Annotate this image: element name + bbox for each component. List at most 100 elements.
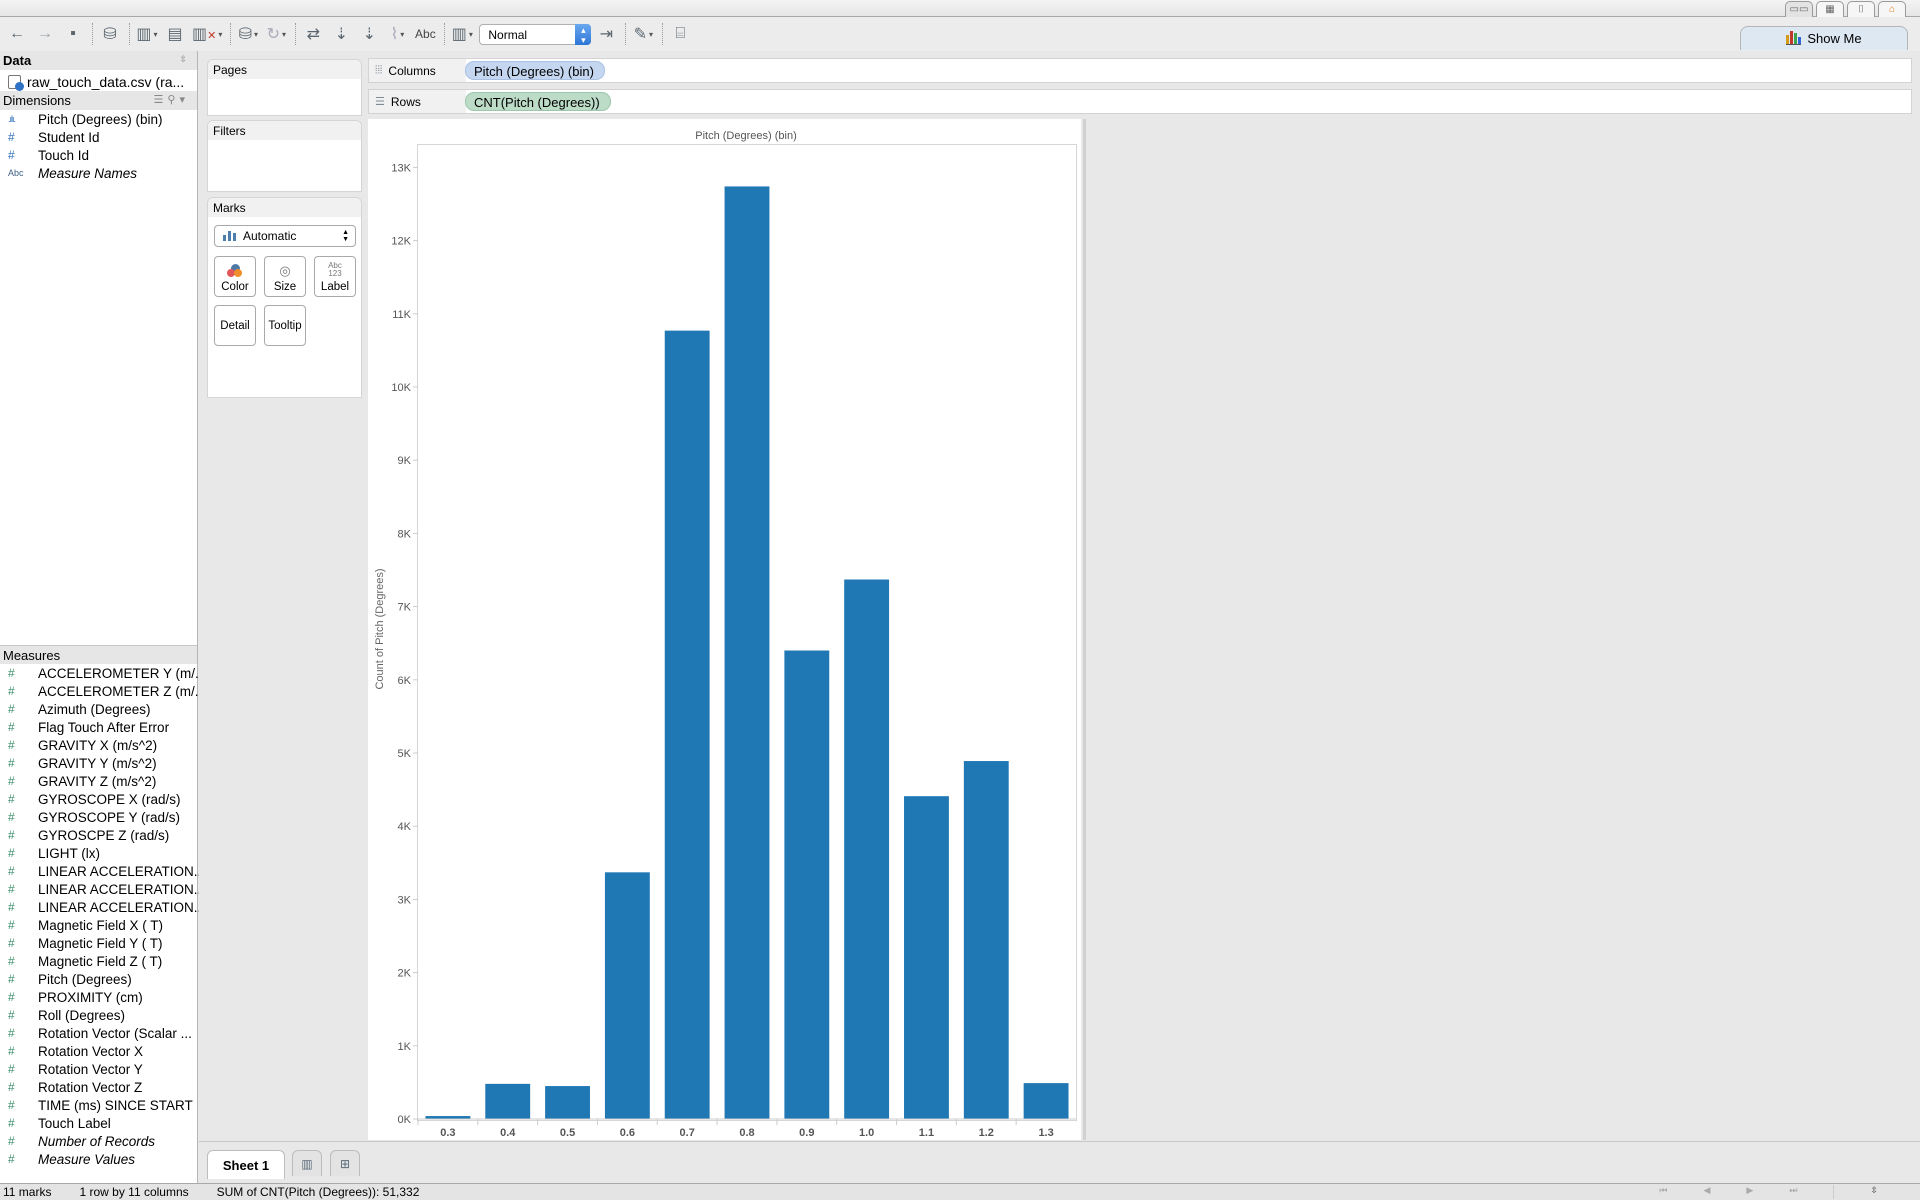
clear-sheet-button[interactable]: ▥✕ ▾ — [192, 22, 222, 46]
measure-field[interactable]: # TIME (ms) SINCE START — [0, 1096, 197, 1114]
save-button[interactable]: ▪ — [62, 22, 84, 46]
new-data-source-button[interactable]: ⛁ — [99, 22, 121, 46]
sort-descending-button[interactable]: ⇣ — [358, 22, 380, 46]
detail-button[interactable]: Detail — [214, 305, 256, 346]
group-button[interactable]: ⌇ ▾ — [386, 22, 408, 46]
bar-1.1[interactable] — [904, 796, 949, 1119]
new-dashboard-tab[interactable]: ⊞ — [330, 1150, 360, 1176]
measure-field[interactable]: # Flag Touch After Error — [0, 718, 197, 736]
measure-field[interactable]: # GYROSCOPE X (rad/s) — [0, 790, 197, 808]
data-panel-title: Data — [3, 53, 32, 68]
columns-pill[interactable]: Pitch (Degrees) (bin) — [465, 61, 605, 80]
dimension-field[interactable]: Abc Measure Names — [0, 164, 197, 182]
bar-0.7[interactable] — [664, 330, 710, 1119]
number-icon: # — [8, 720, 15, 734]
fit-select[interactable]: Normal ▴ ▾ — [479, 23, 592, 45]
data-source-view-tab[interactable]: ⌷ — [1847, 1, 1875, 17]
measure-field[interactable]: # GRAVITY Y (m/s^2) — [0, 754, 197, 772]
presentation-mode-button[interactable]: ⌸ — [669, 22, 691, 46]
measure-field[interactable]: # Number of Records — [0, 1132, 197, 1150]
size-button[interactable]: ◎ Size — [264, 256, 306, 297]
rows-shelf[interactable]: ☰ Rows CNT(Pitch (Degrees)) — [368, 89, 1912, 114]
menu-caret-icon[interactable]: ▾ — [179, 94, 189, 106]
fix-axes-button[interactable]: ⇥ — [595, 22, 617, 46]
sheet-tab-1[interactable]: Sheet 1 — [207, 1150, 285, 1179]
x-tick-label: 1.2 — [979, 1127, 994, 1139]
measure-field[interactable]: # Magnetic Field Z ( T) — [0, 952, 197, 970]
swap-button[interactable]: ⇄ — [302, 22, 324, 46]
bar-1.0[interactable] — [844, 579, 890, 1119]
datasource-item[interactable]: raw_touch_data.csv (ra... — [0, 70, 197, 91]
prev-sheet-icon[interactable]: ◀ — [1704, 1185, 1711, 1199]
measure-field[interactable]: # Rotation Vector Z — [0, 1078, 197, 1096]
measure-field[interactable]: # Azimuth (Degrees) — [0, 700, 197, 718]
y-tick-label: 12K — [391, 236, 411, 248]
undo-button[interactable]: ← — [6, 22, 28, 46]
bar-0.5[interactable] — [545, 1086, 590, 1119]
columns-shelf[interactable]: ⦙⦙⦙ Columns Pitch (Degrees) (bin) — [368, 58, 1912, 83]
view-cards-icon[interactable]: ☰ — [154, 94, 168, 106]
next-sheet-icon[interactable]: ▶ — [1746, 1185, 1753, 1199]
measure-field[interactable]: # Measure Values — [0, 1150, 197, 1168]
bar-0.9[interactable] — [784, 650, 830, 1119]
measure-field[interactable]: # LINEAR ACCELERATION... — [0, 862, 205, 880]
filters-card[interactable]: Filters — [207, 120, 362, 192]
y-tick-label: 7K — [398, 602, 412, 614]
sort-arrows-icon[interactable]: ⇳ — [179, 54, 187, 65]
highlight-button[interactable]: ✎ ▾ — [632, 22, 654, 46]
measure-field[interactable]: # Magnetic Field Y ( T) — [0, 934, 197, 952]
dimension-field[interactable]: .ılı. Pitch (Degrees) (bin) — [0, 110, 197, 128]
measure-field[interactable]: # LINEAR ACCELERATION... — [0, 880, 205, 898]
new-worksheet-button[interactable]: ▥ ▾ — [136, 22, 158, 46]
bar-0.4[interactable] — [485, 1083, 531, 1119]
new-worksheet-tab[interactable]: ▥ — [292, 1150, 322, 1176]
dimension-field[interactable]: # Student Id — [0, 128, 197, 146]
show-me-button[interactable]: Show Me — [1740, 26, 1908, 50]
viz-scrollbar[interactable] — [1083, 119, 1086, 1140]
dimension-field[interactable]: # Touch Id — [0, 146, 197, 164]
measure-field[interactable]: # Magnetic Field X ( T) — [0, 916, 197, 934]
x-tick-label: 0.8 — [739, 1127, 754, 1139]
measure-field[interactable]: # GYROSCPE Z (rad/s) — [0, 826, 197, 844]
redo-button[interactable]: → — [34, 22, 56, 46]
pause-updates-button[interactable]: ⛁ ▾ — [237, 22, 259, 46]
measure-field[interactable]: # GRAVITY Z (m/s^2) — [0, 772, 197, 790]
show-labels-button[interactable]: Abc — [414, 22, 436, 46]
measure-field[interactable]: # ACCELEROMETER Y (m/... — [0, 664, 206, 682]
sort-ascending-button[interactable]: ⇣ — [330, 22, 352, 46]
rows-pill[interactable]: CNT(Pitch (Degrees)) — [465, 92, 611, 111]
color-button[interactable]: Color — [214, 256, 256, 297]
measure-field[interactable]: # Rotation Vector X — [0, 1042, 197, 1060]
measure-field[interactable]: # Rotation Vector Y — [0, 1060, 197, 1078]
mark-type-select[interactable]: Automatic ▲ ▼ — [214, 225, 356, 247]
bar-0.6[interactable] — [604, 872, 650, 1119]
totals-button[interactable]: ▥ ▾ — [451, 22, 473, 46]
measure-field[interactable]: # GYROSCOPE Y (rad/s) — [0, 808, 197, 826]
bar-1.3[interactable] — [1023, 1083, 1069, 1119]
last-sheet-icon[interactable]: ⏭ — [1789, 1185, 1797, 1199]
measure-field[interactable]: # Rotation Vector (Scalar ... — [0, 1024, 197, 1042]
measure-field[interactable]: # Touch Label — [0, 1114, 197, 1132]
search-icon[interactable]: ⚲ — [167, 94, 179, 106]
tooltip-button[interactable]: Tooltip — [264, 305, 306, 346]
label-button[interactable]: Abc 123 Label — [314, 256, 356, 297]
measure-field[interactable]: # PROXIMITY (cm) — [0, 988, 197, 1006]
bar-0.8[interactable] — [724, 186, 770, 1119]
first-sheet-icon[interactable]: ⏮ — [1659, 1185, 1667, 1199]
sheet-sorter-view-tab[interactable]: ▦ — [1816, 1, 1844, 17]
duplicate-sheet-button[interactable]: ▤ — [164, 22, 186, 46]
pages-card[interactable]: Pages — [207, 59, 362, 116]
field-name: GRAVITY Z (m/s^2) — [38, 773, 157, 789]
measure-field[interactable]: # LINEAR ACCELERATION... — [0, 898, 205, 916]
x-tick-label: 0.3 — [440, 1127, 455, 1139]
start-page-view-tab[interactable]: ⌂ — [1878, 1, 1906, 17]
filmstrip-view-tab[interactable]: ▭▭ — [1785, 1, 1813, 17]
bar-1.2[interactable] — [963, 761, 1009, 1119]
measure-field[interactable]: # LIGHT (lx) — [0, 844, 197, 862]
measure-field[interactable]: # ACCELEROMETER Z (m/... — [0, 682, 206, 700]
measure-field[interactable]: # GRAVITY X (m/s^2) — [0, 736, 197, 754]
measure-field[interactable]: # Roll (Degrees) — [0, 1006, 197, 1024]
measure-field[interactable]: # Pitch (Degrees) — [0, 970, 197, 988]
refresh-button[interactable]: ↻ ▾ — [265, 22, 287, 46]
sheet-list-icon[interactable]: ⇳ — [1870, 1185, 1878, 1199]
